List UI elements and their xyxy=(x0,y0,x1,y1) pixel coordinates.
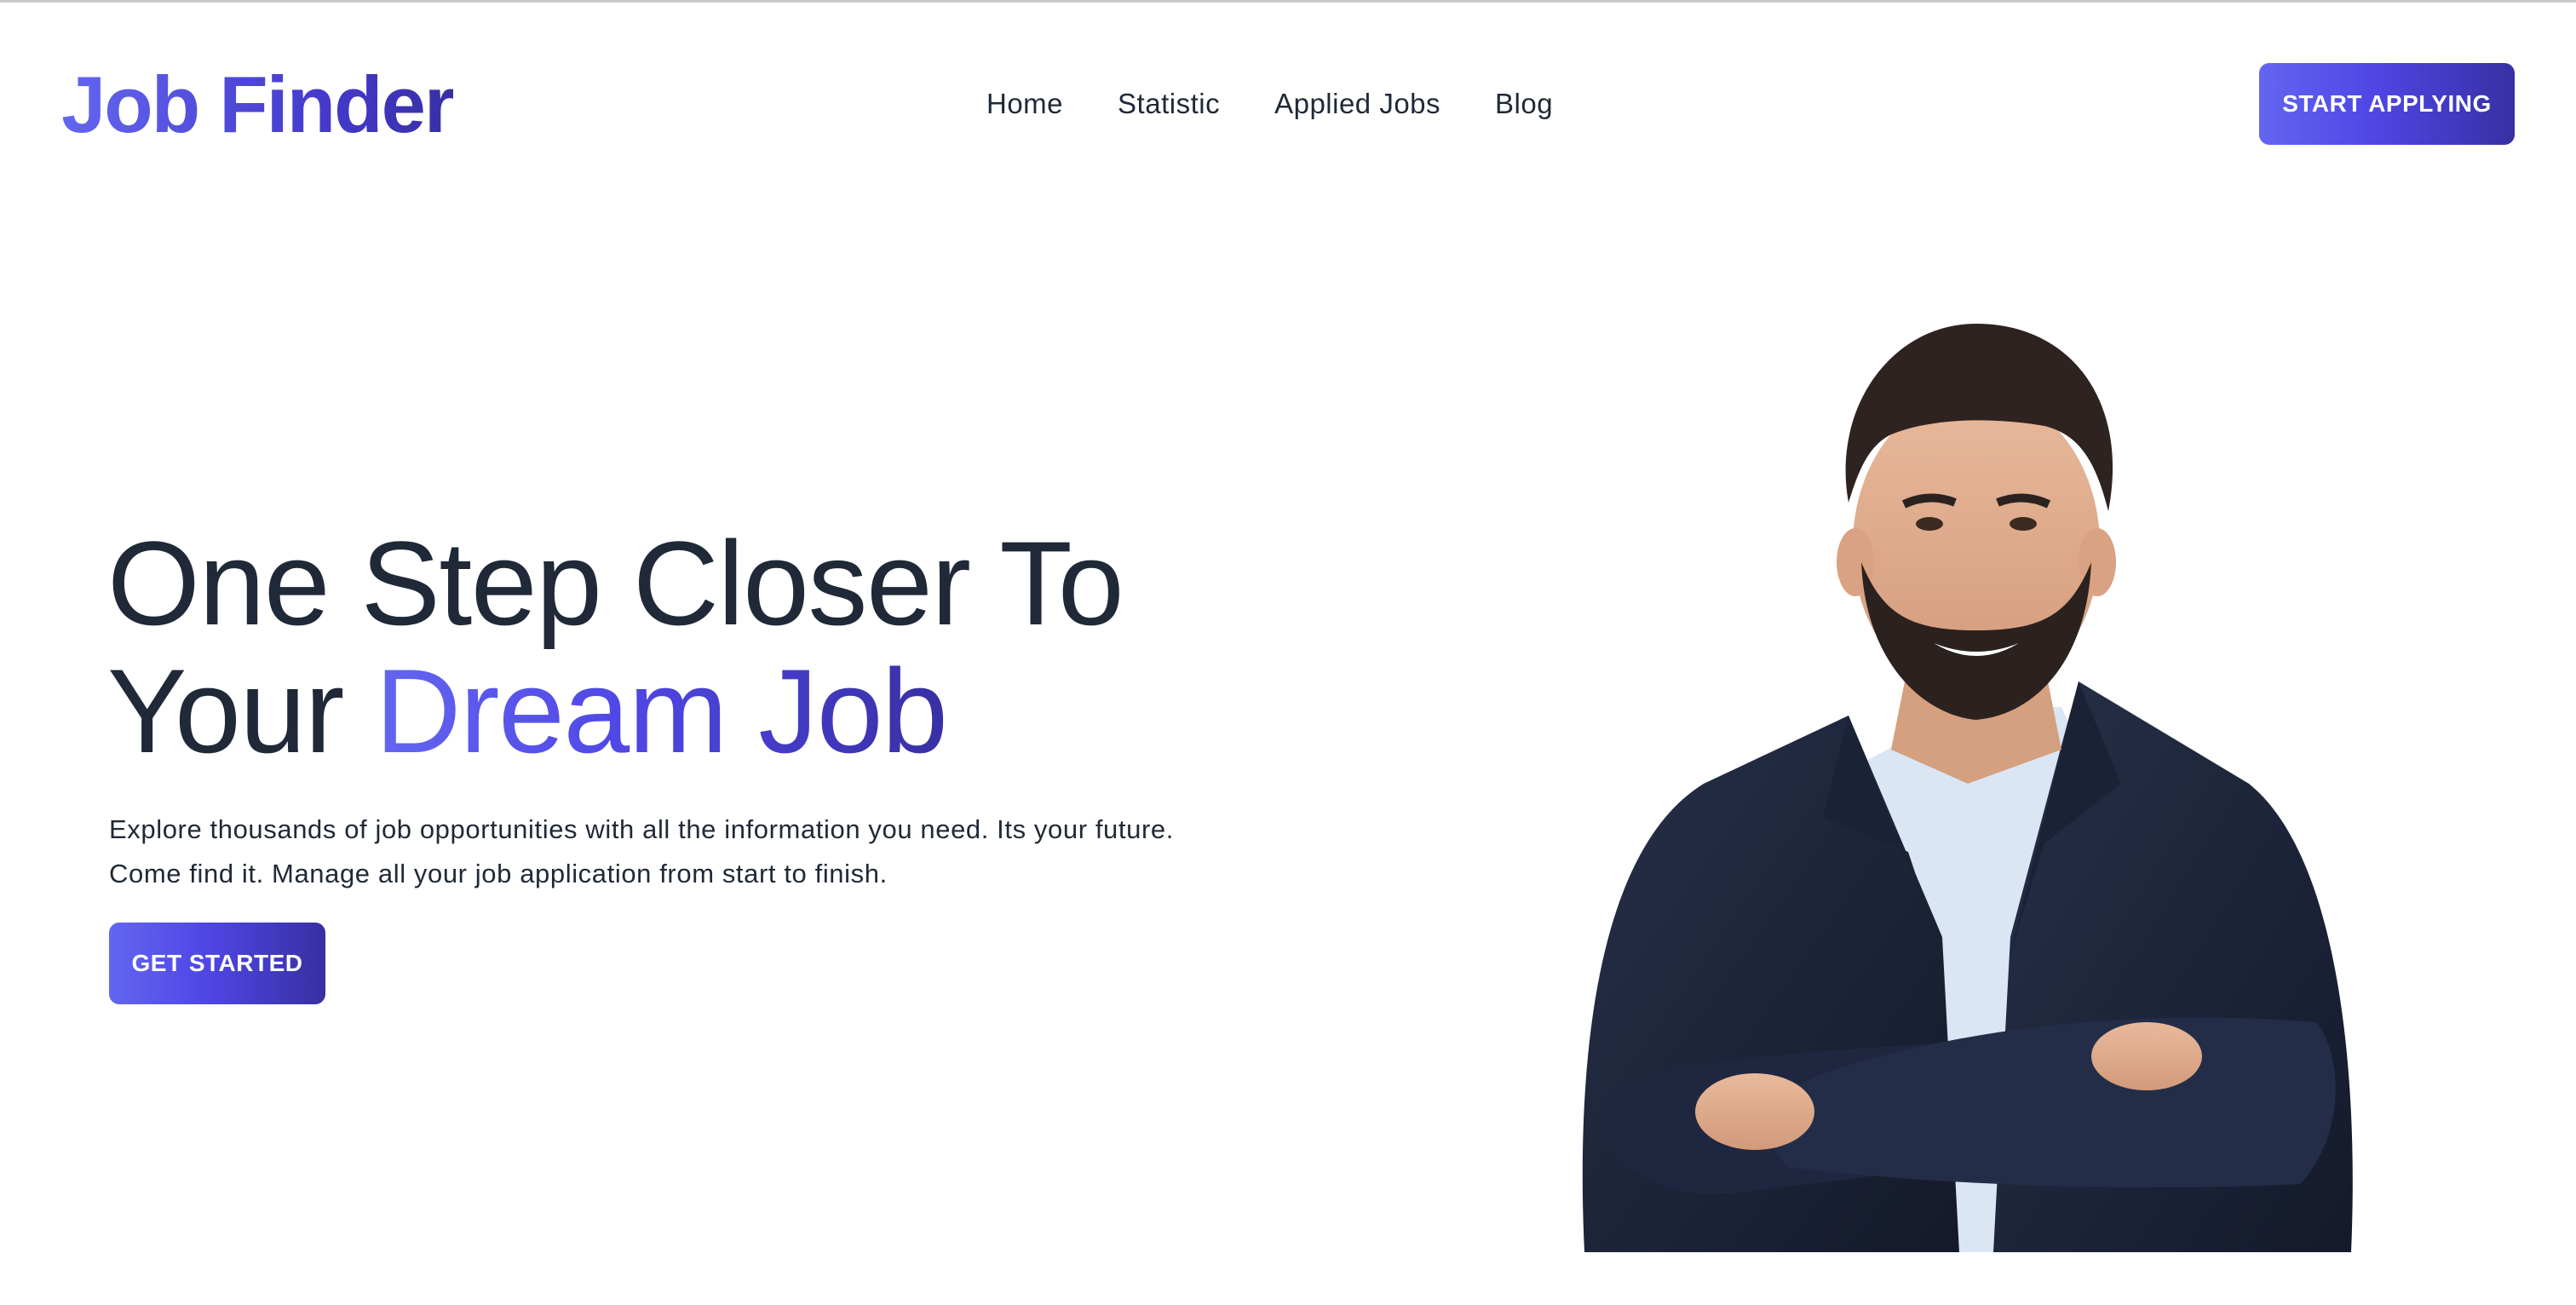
hero-title-prefix: Your xyxy=(107,644,376,778)
get-started-button[interactable]: GET STARTED xyxy=(109,923,325,1004)
hero-title-line1: One Step Closer To xyxy=(107,516,1124,650)
start-applying-button[interactable]: START APPLYING xyxy=(2259,63,2515,145)
nav-link-statistic[interactable]: Statistic xyxy=(1118,88,1220,120)
hero-description: Explore thousands of job opportunities w… xyxy=(109,814,1174,888)
nav-link-applied-jobs[interactable]: Applied Jobs xyxy=(1274,88,1440,120)
brand-logo[interactable]: Job Finder xyxy=(61,58,455,152)
nav-link-home[interactable]: Home xyxy=(986,88,1063,120)
hero-title-line2: Your Dream Job xyxy=(107,647,1123,775)
person-portrait-image xyxy=(1567,307,2368,1252)
nav-link-blog[interactable]: Blog xyxy=(1495,88,1553,120)
navbar: Job Finder Home Statistic Applied Jobs B… xyxy=(0,0,2576,208)
main-nav: Home Statistic Applied Jobs Blog xyxy=(986,85,1553,123)
hero-title: One Step Closer To Your Dream Job xyxy=(107,516,1124,775)
hero-title-accent: Dream Job xyxy=(375,644,948,778)
